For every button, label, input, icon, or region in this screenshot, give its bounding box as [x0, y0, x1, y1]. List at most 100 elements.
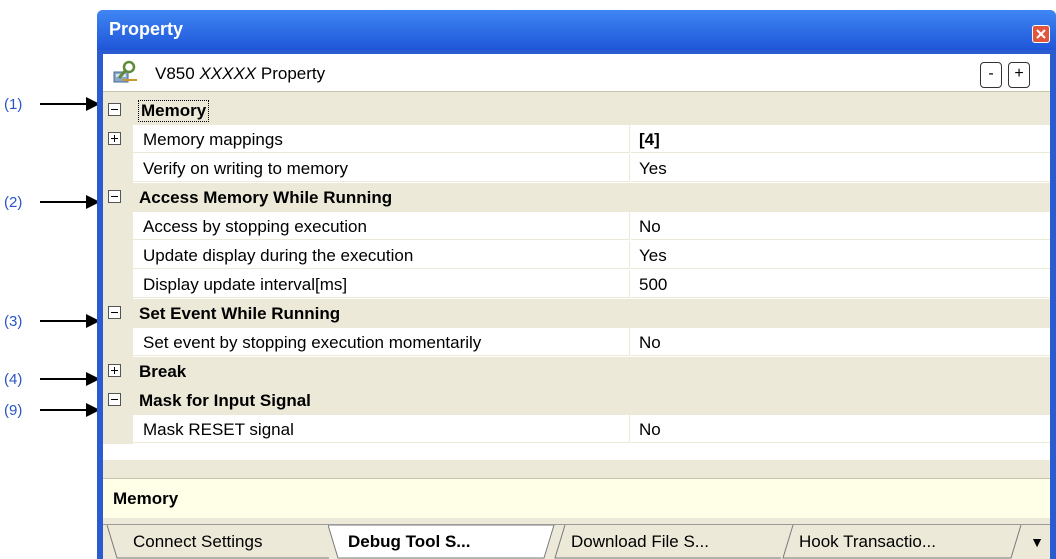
row-gutter	[103, 241, 133, 270]
property-name-cell: Verify on writing to memory	[133, 154, 630, 182]
expand-toggle-icon[interactable]	[108, 132, 121, 145]
property-header: V850 XXXXX Property - +	[103, 54, 1050, 92]
tab-debug-tool-settings[interactable]: Debug Tool S...	[328, 525, 558, 559]
property-row[interactable]: Mask RESET signal No	[103, 415, 1050, 444]
tab-hook-transaction[interactable]: Hook Transactio...	[781, 525, 1026, 559]
property-value-cell[interactable]: No	[631, 328, 1050, 356]
property-name: Set event by stopping execution momentar…	[143, 333, 482, 352]
property-name: Verify on writing to memory	[143, 159, 349, 178]
collapse-toggle-icon[interactable]	[108, 190, 121, 203]
category-label: Break	[139, 362, 187, 381]
property-value-cell[interactable]: 500	[631, 270, 1050, 298]
category-break[interactable]: Break	[103, 357, 1050, 386]
category-memory[interactable]: Memory	[103, 96, 1050, 125]
collapse-all-button[interactable]: -	[980, 62, 1002, 88]
category-access-memory[interactable]: Access Memory While Running	[103, 183, 1050, 212]
category-label: Set Event While Running	[139, 304, 341, 323]
tab-strip: Connect Settings Debug Tool S... Downloa…	[103, 524, 1050, 559]
arrow-right-icon	[40, 403, 100, 417]
window-title: Property	[109, 19, 184, 39]
callout-label: (2)	[4, 193, 23, 211]
row-gutter	[103, 154, 133, 183]
property-value: 500	[639, 275, 668, 294]
close-button[interactable]	[1032, 25, 1050, 43]
property-value-cell[interactable]: Yes	[631, 154, 1050, 182]
property-name: Access by stopping execution	[143, 217, 367, 236]
callout-3: (3)	[0, 311, 100, 331]
expand-toggle-icon[interactable]	[108, 364, 121, 377]
property-value: No	[639, 333, 661, 352]
property-row[interactable]: Update display during the execution Yes	[103, 241, 1050, 270]
tab-label: Debug Tool S...	[348, 532, 471, 551]
property-row[interactable]: Access by stopping execution No	[103, 212, 1050, 241]
property-row[interactable]: Display update interval[ms] 500	[103, 270, 1050, 299]
property-value-cell[interactable]: No	[631, 415, 1050, 443]
category-label: Access Memory While Running	[139, 188, 393, 207]
row-gutter	[103, 125, 133, 154]
property-row[interactable]: Verify on writing to memory Yes	[103, 154, 1050, 183]
window-titlebar[interactable]: Property	[97, 10, 1056, 50]
tab-label: Hook Transactio...	[799, 532, 937, 551]
property-value: No	[639, 420, 661, 439]
callout-label: (9)	[4, 401, 23, 419]
row-gutter	[103, 212, 133, 241]
property-name-cell: Access by stopping execution	[133, 212, 630, 240]
arrow-right-icon	[40, 97, 100, 111]
callout-9: (9)	[0, 400, 100, 420]
property-grid: Memory Memory mappings [4] Verify on wri…	[103, 96, 1050, 460]
description-panel: Memory	[103, 478, 1050, 518]
callout-2: (2)	[0, 192, 100, 212]
title-placeholder: XXXXX	[199, 64, 257, 83]
property-name: Update display during the execution	[143, 246, 414, 265]
property-value: No	[639, 217, 661, 236]
property-value-cell[interactable]: [4]	[631, 125, 1050, 153]
description-text: Memory	[113, 489, 179, 508]
tab-overflow-button[interactable]: ▼	[1029, 533, 1045, 551]
category-label: Mask for Input Signal	[139, 391, 311, 410]
callout-1: (1)	[0, 94, 100, 114]
row-gutter	[103, 415, 133, 444]
property-name-cell: Display update interval[ms]	[133, 270, 630, 298]
property-window: Property V850 XXXXX Property - + Memory …	[97, 10, 1056, 559]
expand-all-button[interactable]: +	[1008, 62, 1030, 88]
property-value-cell[interactable]: No	[631, 212, 1050, 240]
property-name-cell: Set event by stopping execution momentar…	[133, 328, 630, 356]
property-name: Mask RESET signal	[143, 420, 294, 439]
close-icon	[1036, 29, 1046, 39]
callout-label: (4)	[4, 370, 23, 388]
callout-label: (1)	[4, 95, 23, 113]
category-label: Memory	[137, 100, 210, 122]
collapse-toggle-icon[interactable]	[108, 306, 121, 319]
title-device: V850	[155, 64, 195, 83]
arrow-right-icon	[40, 314, 100, 328]
property-name-cell: Mask RESET signal	[133, 415, 630, 443]
window-client: V850 XXXXX Property - + Memory Memory ma…	[103, 54, 1050, 559]
property-row[interactable]: Set event by stopping execution momentar…	[103, 328, 1050, 357]
title-suffix: Property	[260, 64, 326, 83]
property-value: Yes	[639, 159, 667, 178]
callout-4: (4)	[0, 369, 100, 389]
row-gutter	[103, 270, 133, 299]
category-set-event[interactable]: Set Event While Running	[103, 299, 1050, 328]
tab-download-file-settings[interactable]: Download File S...	[553, 525, 793, 559]
collapse-toggle-icon[interactable]	[108, 103, 121, 116]
arrow-right-icon	[40, 195, 100, 209]
tab-connect-settings[interactable]: Connect Settings	[103, 525, 338, 559]
property-value: [4]	[639, 130, 660, 149]
tab-label: Download File S...	[571, 532, 709, 551]
arrow-right-icon	[40, 372, 100, 386]
property-name-cell: Update display during the execution	[133, 241, 630, 269]
callout-label: (3)	[4, 312, 23, 330]
property-name: Memory mappings	[143, 130, 283, 149]
row-gutter	[103, 328, 133, 357]
tab-label: Connect Settings	[133, 532, 263, 551]
property-value: Yes	[639, 246, 667, 265]
property-name: Display update interval[ms]	[143, 275, 348, 294]
category-mask-input[interactable]: Mask for Input Signal	[103, 386, 1050, 415]
header-title: V850 XXXXX Property	[155, 64, 325, 84]
property-value-cell[interactable]: Yes	[631, 241, 1050, 269]
property-name-cell: Memory mappings	[133, 125, 630, 153]
property-row[interactable]: Memory mappings [4]	[103, 125, 1050, 154]
property-icon	[113, 60, 137, 83]
collapse-toggle-icon[interactable]	[108, 393, 121, 406]
